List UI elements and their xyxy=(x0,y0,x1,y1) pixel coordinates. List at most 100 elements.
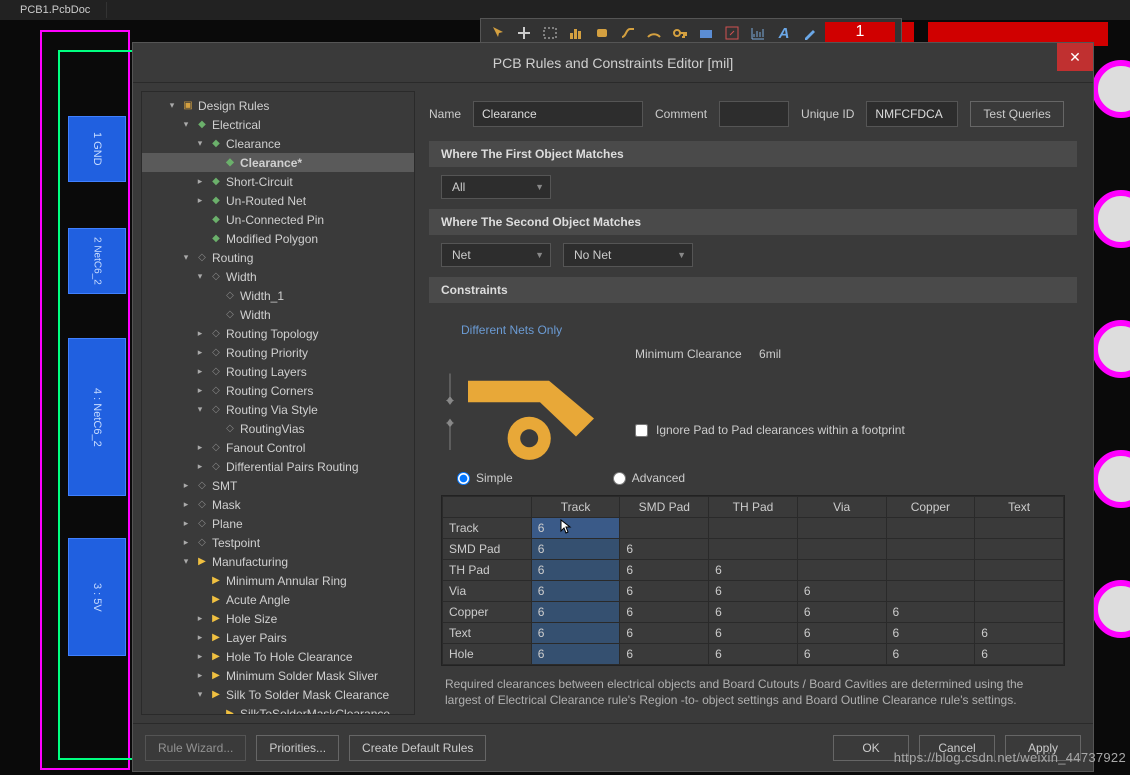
matrix-cell[interactable] xyxy=(709,539,798,560)
matrix-cell[interactable]: 6 xyxy=(620,581,709,602)
comment-input[interactable] xyxy=(719,101,789,127)
tree-item-clearance[interactable]: ▾◆Clearance xyxy=(142,134,414,153)
matrix-cell[interactable]: 6 xyxy=(620,539,709,560)
tree-expand-icon[interactable]: ▾ xyxy=(166,100,178,111)
matrix-cell[interactable]: 6 xyxy=(531,602,620,623)
tree-item-hole-to-hole-clearance[interactable]: ▸▶Hole To Hole Clearance xyxy=(142,647,414,666)
matrix-cell[interactable]: 6 xyxy=(531,539,620,560)
matrix-cell[interactable]: 6 xyxy=(620,560,709,581)
tree-item-modified-polygon[interactable]: ◆Modified Polygon xyxy=(142,229,414,248)
tree-expand-icon[interactable]: ▸ xyxy=(194,651,206,662)
bar-chart-icon[interactable] xyxy=(565,22,587,44)
tree-item-routing[interactable]: ▾◇Routing xyxy=(142,248,414,267)
pen-icon[interactable] xyxy=(799,22,821,44)
tree-expand-icon[interactable]: ▸ xyxy=(194,195,206,206)
tree-item-routing-priority[interactable]: ▸◇Routing Priority xyxy=(142,343,414,362)
matrix-cell[interactable] xyxy=(886,518,975,539)
tree-item-short-circuit[interactable]: ▸◆Short-Circuit xyxy=(142,172,414,191)
tree-item-design-rules[interactable]: ▾▣Design Rules xyxy=(142,96,414,115)
tree-expand-icon[interactable]: ▸ xyxy=(180,480,192,491)
matrix-cell[interactable] xyxy=(975,581,1064,602)
tree-expand-icon[interactable]: ▸ xyxy=(180,537,192,548)
tree-item-acute-angle[interactable]: ▶Acute Angle xyxy=(142,590,414,609)
matrix-cell[interactable] xyxy=(709,518,798,539)
tree-item-manufacturing[interactable]: ▾▶Manufacturing xyxy=(142,552,414,571)
tree-item-smt[interactable]: ▸◇SMT xyxy=(142,476,414,495)
matrix-cell[interactable]: 6 xyxy=(531,581,620,602)
tree-item-differential-pairs-routing[interactable]: ▸◇Differential Pairs Routing xyxy=(142,457,414,476)
tree-item-hole-size[interactable]: ▸▶Hole Size xyxy=(142,609,414,628)
tree-item-width-1[interactable]: ◇Width_1 xyxy=(142,286,414,305)
tree-expand-icon[interactable]: ▸ xyxy=(194,176,206,187)
tree-item-testpoint[interactable]: ▸◇Testpoint xyxy=(142,533,414,552)
second-match-net-dropdown[interactable]: No Net▼ xyxy=(563,243,693,267)
matrix-cell[interactable] xyxy=(886,581,975,602)
priorities-button[interactable]: Priorities... xyxy=(256,735,339,761)
tree-expand-icon[interactable]: ▸ xyxy=(194,366,206,377)
matrix-cell[interactable]: 6 xyxy=(531,518,620,539)
first-match-dropdown[interactable]: All▼ xyxy=(441,175,551,199)
tree-expand-icon[interactable]: ▸ xyxy=(194,347,206,358)
mode-advanced-radio[interactable]: Advanced xyxy=(613,471,685,485)
tree-expand-icon[interactable]: ▸ xyxy=(180,499,192,510)
matrix-cell[interactable]: 6 xyxy=(797,581,886,602)
tree-expand-icon[interactable]: ▾ xyxy=(194,404,206,415)
uniqueid-input[interactable] xyxy=(866,101,958,127)
tree-item-minimum-solder-mask-sliver[interactable]: ▸▶Minimum Solder Mask Sliver xyxy=(142,666,414,685)
tree-item-plane[interactable]: ▸◇Plane xyxy=(142,514,414,533)
matrix-cell[interactable]: 6 xyxy=(797,623,886,644)
mode-simple-radio[interactable]: Simple xyxy=(457,471,513,485)
matrix-cell[interactable]: 6 xyxy=(975,623,1064,644)
close-button[interactable]: ✕ xyxy=(1057,43,1093,71)
plus-icon[interactable] xyxy=(513,22,535,44)
sheet-icon[interactable] xyxy=(695,22,717,44)
tree-item-electrical[interactable]: ▾◆Electrical xyxy=(142,115,414,134)
tree-item-width[interactable]: ◇Width xyxy=(142,305,414,324)
tree-expand-icon[interactable]: ▸ xyxy=(194,613,206,624)
tree-item-un-connected-pin[interactable]: ◆Un-Connected Pin xyxy=(142,210,414,229)
tree-expand-icon[interactable]: ▾ xyxy=(194,689,206,700)
rule-wizard-button[interactable]: Rule Wizard... xyxy=(145,735,246,761)
tree-expand-icon[interactable]: ▸ xyxy=(194,442,206,453)
tree-item-mask[interactable]: ▸◇Mask xyxy=(142,495,414,514)
tree-expand-icon[interactable]: ▸ xyxy=(194,461,206,472)
matrix-cell[interactable]: 6 xyxy=(709,644,798,665)
text-icon[interactable]: A xyxy=(773,22,795,44)
matrix-cell[interactable] xyxy=(620,518,709,539)
route-icon[interactable] xyxy=(617,22,639,44)
matrix-cell[interactable]: 6 xyxy=(620,602,709,623)
matrix-cell[interactable]: 6 xyxy=(620,623,709,644)
tree-item-silktosoldermaskclearance[interactable]: ▶SilkToSolderMaskClearance xyxy=(142,704,414,715)
matrix-cell[interactable] xyxy=(797,518,886,539)
matrix-cell[interactable]: 6 xyxy=(709,581,798,602)
ignore-pad-checkbox[interactable] xyxy=(635,424,648,437)
clearance-matrix[interactable]: TrackSMD PadTH PadViaCopperTextTrack6SMD… xyxy=(441,495,1065,666)
pad-icon[interactable] xyxy=(591,22,613,44)
matrix-cell[interactable]: 6 xyxy=(620,644,709,665)
matrix-cell[interactable] xyxy=(886,560,975,581)
tree-expand-icon[interactable]: ▾ xyxy=(180,556,192,567)
tree-expand-icon[interactable]: ▸ xyxy=(194,385,206,396)
document-tab[interactable]: PCB1.PcbDoc xyxy=(12,2,107,18)
tree-expand-icon[interactable]: ▾ xyxy=(180,119,192,130)
graph-icon[interactable] xyxy=(747,22,769,44)
create-default-button[interactable]: Create Default Rules xyxy=(349,735,486,761)
name-input[interactable] xyxy=(473,101,643,127)
tree-item-routing-via-style[interactable]: ▾◇Routing Via Style xyxy=(142,400,414,419)
rect-select-icon[interactable] xyxy=(539,22,561,44)
tree-item-silk-to-solder-mask-clearance[interactable]: ▾▶Silk To Solder Mask Clearance xyxy=(142,685,414,704)
tree-expand-icon[interactable]: ▾ xyxy=(180,252,192,263)
tree-item-minimum-annular-ring[interactable]: ▶Minimum Annular Ring xyxy=(142,571,414,590)
tree-expand-icon[interactable]: ▾ xyxy=(194,138,206,149)
tree-expand-icon[interactable]: ▾ xyxy=(194,271,206,282)
matrix-cell[interactable]: 6 xyxy=(797,602,886,623)
matrix-cell[interactable]: 6 xyxy=(709,560,798,581)
tree-item-routing-corners[interactable]: ▸◇Routing Corners xyxy=(142,381,414,400)
tree-expand-icon[interactable]: ▸ xyxy=(180,518,192,529)
select-icon[interactable] xyxy=(487,22,509,44)
matrix-cell[interactable]: 6 xyxy=(531,623,620,644)
rules-tree-panel[interactable]: ▾▣Design Rules▾◆Electrical▾◆Clearance◆Cl… xyxy=(141,91,415,715)
diff-nets-link[interactable]: Different Nets Only xyxy=(441,319,1065,345)
tree-item-width[interactable]: ▾◇Width xyxy=(142,267,414,286)
tree-item-fanout-control[interactable]: ▸◇Fanout Control xyxy=(142,438,414,457)
